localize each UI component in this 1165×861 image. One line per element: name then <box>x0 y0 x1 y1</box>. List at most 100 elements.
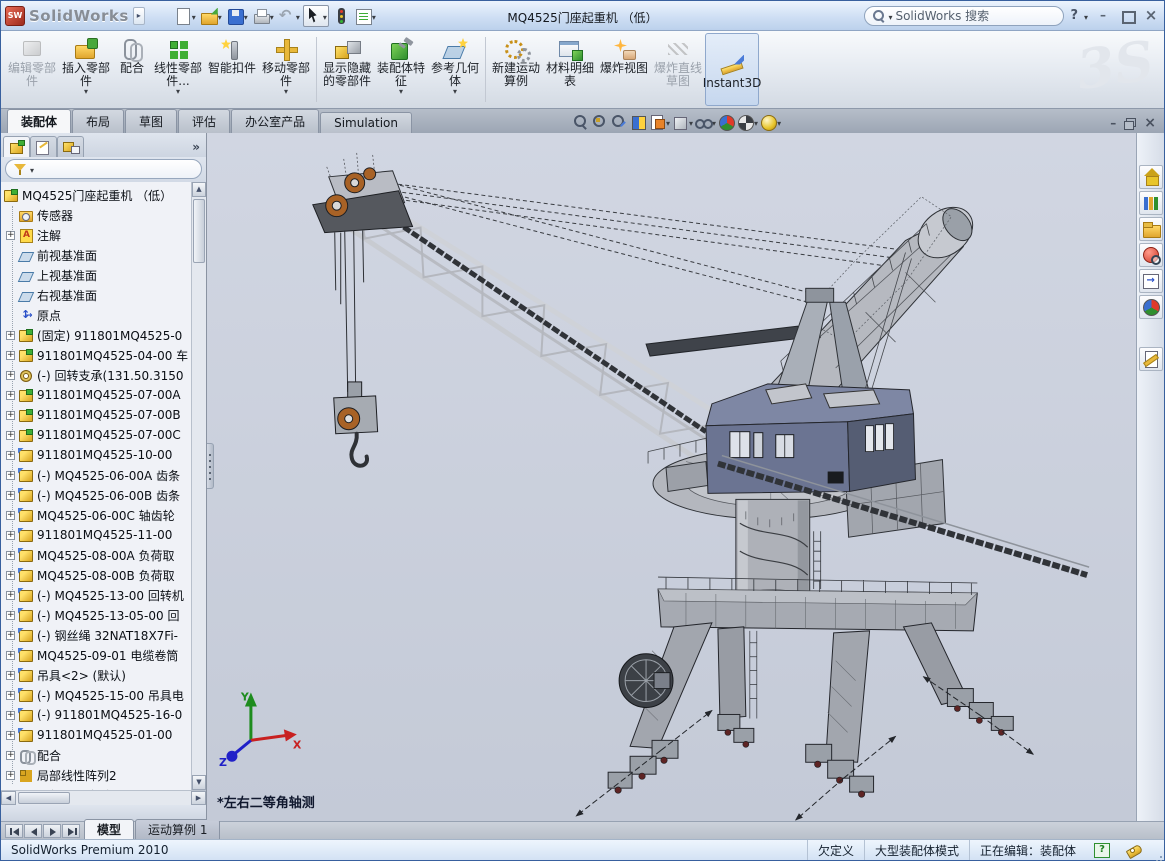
tree-root-item[interactable]: MQ4525门座起重机 （低） <box>4 185 191 205</box>
tree-item-9[interactable]: (-) 回转支承(131.50.3150 <box>6 365 191 385</box>
expand-toggle-icon[interactable] <box>6 371 15 380</box>
tree-item-6[interactable]: 原点 <box>6 305 191 325</box>
expand-toggle-icon[interactable] <box>6 491 15 500</box>
search-forum-button[interactable] <box>1139 243 1163 267</box>
expand-toggle-icon[interactable] <box>6 231 15 240</box>
hide-show-items-button[interactable] <box>694 113 716 131</box>
command-tab-3[interactable]: 草图 <box>125 109 177 133</box>
file-explorer-button[interactable] <box>1139 217 1163 241</box>
tags-icon[interactable] <box>1126 843 1142 858</box>
tree-item-7[interactable]: (固定) 911801MQ4525-0 <box>6 325 191 345</box>
tree-item-23[interactable]: MQ4525-09-01 电缆卷筒 <box>6 645 191 665</box>
tab-property-manager[interactable] <box>30 136 57 157</box>
open-button[interactable] <box>199 5 223 27</box>
tree-item-25[interactable]: (-) MQ4525-15-00 吊具电 <box>6 685 191 705</box>
apply-scene-button[interactable] <box>736 113 758 131</box>
tree-item-21[interactable]: (-) MQ4525-13-05-00 回 <box>6 605 191 625</box>
expand-toggle-icon[interactable] <box>6 611 15 620</box>
last-sheet-icon[interactable] <box>62 824 80 838</box>
edit-appearance-button[interactable] <box>717 113 735 131</box>
tree-item-26[interactable]: (-) 911801MQ4525-16-0 <box>6 705 191 725</box>
expand-toggle-icon[interactable] <box>6 731 15 740</box>
machinery-house[interactable] <box>706 384 916 494</box>
expand-toggle-icon[interactable] <box>6 511 15 520</box>
cable-reel[interactable] <box>619 654 673 708</box>
ribbon-button-assembly-features[interactable]: 装配体特征 <box>374 33 428 106</box>
ribbon-button-insert-component[interactable]: 插入零部件 <box>59 33 113 106</box>
options-list-button[interactable] <box>353 5 377 27</box>
expand-toggle-icon[interactable] <box>6 451 15 460</box>
zoom-to-area-button[interactable] <box>591 113 609 131</box>
command-tab-1[interactable]: 装配体 <box>7 109 71 133</box>
tree-item-3[interactable]: 前视基准面 <box>6 245 191 265</box>
crane-3d-model[interactable]: Y X Z <box>207 133 1136 821</box>
command-tab-2[interactable]: 布局 <box>72 109 124 133</box>
expand-toggle-icon[interactable] <box>6 471 15 480</box>
scroll-thumb[interactable] <box>18 792 70 804</box>
display-style-button[interactable] <box>671 113 693 131</box>
scroll-thumb[interactable] <box>193 199 205 263</box>
graphics-viewport[interactable]: Y X Z *左右二等角轴测 <box>207 133 1136 821</box>
expand-toggle-icon[interactable] <box>6 571 15 580</box>
save-button[interactable] <box>225 5 249 27</box>
tree-item-20[interactable]: (-) MQ4525-13-00 回转机 <box>6 585 191 605</box>
custom-properties-button[interactable] <box>1139 347 1163 371</box>
ribbon-button-linear-pattern[interactable]: 线性零部件... <box>151 33 205 106</box>
menu-expand-arrow-icon[interactable] <box>133 7 145 25</box>
view-settings-button[interactable] <box>759 113 781 131</box>
tree-item-15[interactable]: (-) MQ4525-06-00B 齿条 <box>6 485 191 505</box>
tree-item-17[interactable]: 911801MQ4525-11-00 <box>6 525 191 545</box>
design-library-button[interactable] <box>1139 191 1163 215</box>
sheet-tab-1[interactable]: 模型 <box>84 819 134 839</box>
view-orientation-button[interactable] <box>648 113 670 131</box>
tree-item-24[interactable]: 吊具<2> (默认) <box>6 665 191 685</box>
expand-toggle-icon[interactable] <box>6 531 15 540</box>
ribbon-button-exploded-view[interactable]: 爆炸视图 <box>597 33 651 106</box>
tree-item-5[interactable]: 右视基准面 <box>6 285 191 305</box>
tree-horizontal-scrollbar[interactable] <box>1 790 206 805</box>
maximize-button[interactable] <box>1118 8 1136 24</box>
rebuild-traffic-light-button[interactable] <box>331 5 351 27</box>
lattice-boom[interactable] <box>335 189 746 464</box>
tree-item-16[interactable]: MQ4525-06-00C 轴齿轮 <box>6 505 191 525</box>
expand-toggle-icon[interactable] <box>6 551 15 560</box>
ribbon-button-reference-geometry[interactable]: 参考几何体 <box>428 33 482 106</box>
expand-toggle-icon[interactable] <box>6 751 15 760</box>
ribbon-button-move-component[interactable]: 移动零部件 <box>259 33 313 106</box>
sheet-tab-2[interactable]: 运动算例 1 <box>135 819 220 839</box>
appearances-button[interactable] <box>1139 295 1163 319</box>
command-tab-6[interactable]: Simulation <box>320 112 412 133</box>
ribbon-button-motion-study[interactable]: 新建运动算例 <box>489 33 543 106</box>
expand-toggle-icon[interactable] <box>6 671 15 680</box>
help-button[interactable] <box>1070 8 1078 23</box>
print-button[interactable] <box>251 5 275 27</box>
expand-toggle-icon[interactable] <box>6 331 15 340</box>
tree-item-14[interactable]: (-) MQ4525-06-00A 齿条 <box>6 465 191 485</box>
expand-toggle-icon[interactable] <box>6 431 15 440</box>
expand-toggle-icon[interactable] <box>6 651 15 660</box>
doc-close-button[interactable] <box>1144 117 1156 129</box>
quick-tips-help-icon[interactable] <box>1094 843 1110 858</box>
boom-tip-sheaves[interactable] <box>313 153 413 233</box>
command-tab-4[interactable]: 评估 <box>178 109 230 133</box>
ribbon-button-smart-fasteners[interactable]: 智能扣件 <box>205 33 259 106</box>
ribbon-button-bom[interactable]: 材料明细表 <box>543 33 597 106</box>
expand-toggle-icon[interactable] <box>6 691 15 700</box>
tree-item-29[interactable]: 局部线性阵列2 <box>6 765 191 785</box>
tree-item-2[interactable]: 注解 <box>6 225 191 245</box>
panel-chevron-icon[interactable] <box>188 140 204 157</box>
tree-item-28[interactable]: 配合 <box>6 745 191 765</box>
tree-item-13[interactable]: 911801MQ4525-10-00 <box>6 445 191 465</box>
tree-item-10[interactable]: 911801MQ4525-07-00A <box>6 385 191 405</box>
expand-toggle-icon[interactable] <box>6 711 15 720</box>
first-sheet-icon[interactable] <box>5 824 23 838</box>
scroll-up-icon[interactable] <box>192 182 206 197</box>
view-palette-button[interactable] <box>1139 269 1163 293</box>
doc-minimize-button[interactable] <box>1110 117 1116 129</box>
ribbon-button-instant3d[interactable]: Instant3D <box>705 33 759 106</box>
expand-toggle-icon[interactable] <box>6 591 15 600</box>
previous-sheet-icon[interactable] <box>24 824 42 838</box>
close-button[interactable] <box>1142 8 1160 24</box>
search-box[interactable]: SolidWorks 搜索 <box>864 6 1064 26</box>
minimize-button[interactable] <box>1094 8 1112 24</box>
